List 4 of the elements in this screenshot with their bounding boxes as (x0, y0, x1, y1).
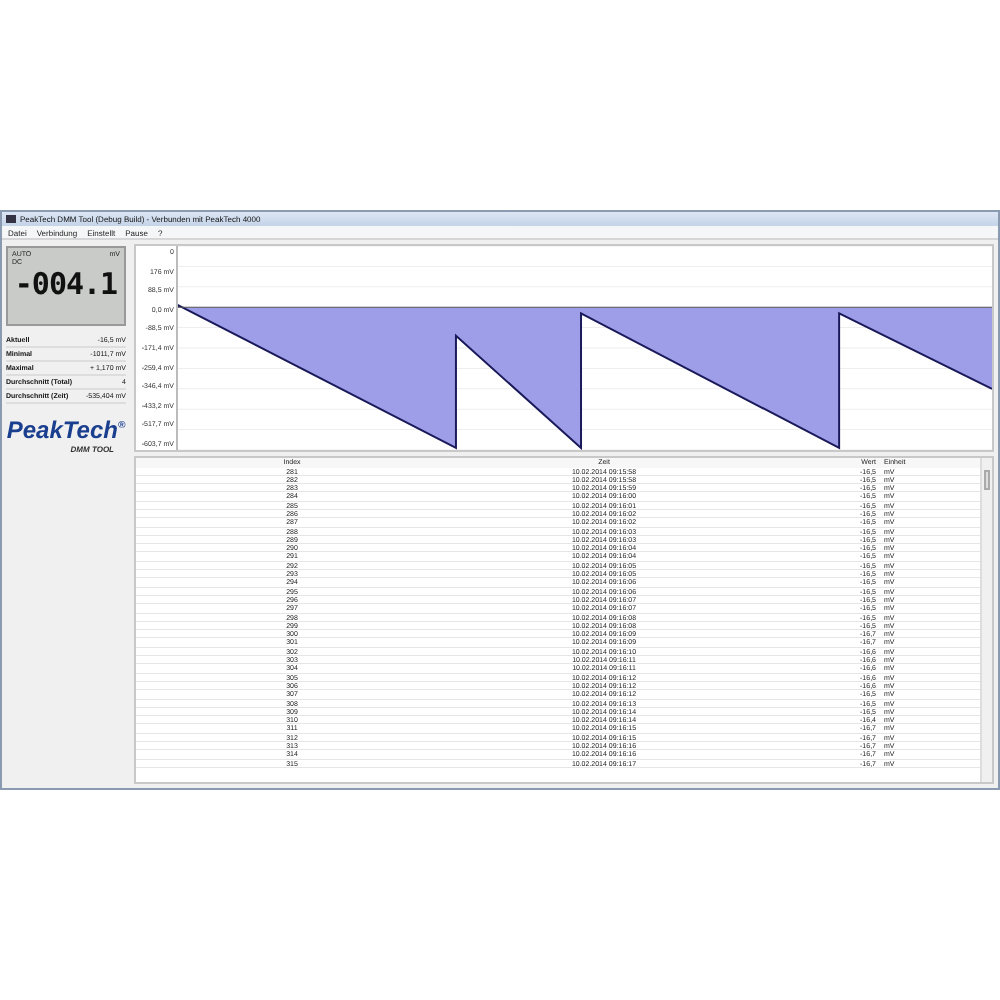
lcd-reading: -004.1 (12, 266, 120, 302)
scrollbar[interactable] (980, 458, 992, 782)
brand-logo: PeakTech$^{®}$ (6, 414, 126, 444)
app-icon (6, 214, 16, 224)
